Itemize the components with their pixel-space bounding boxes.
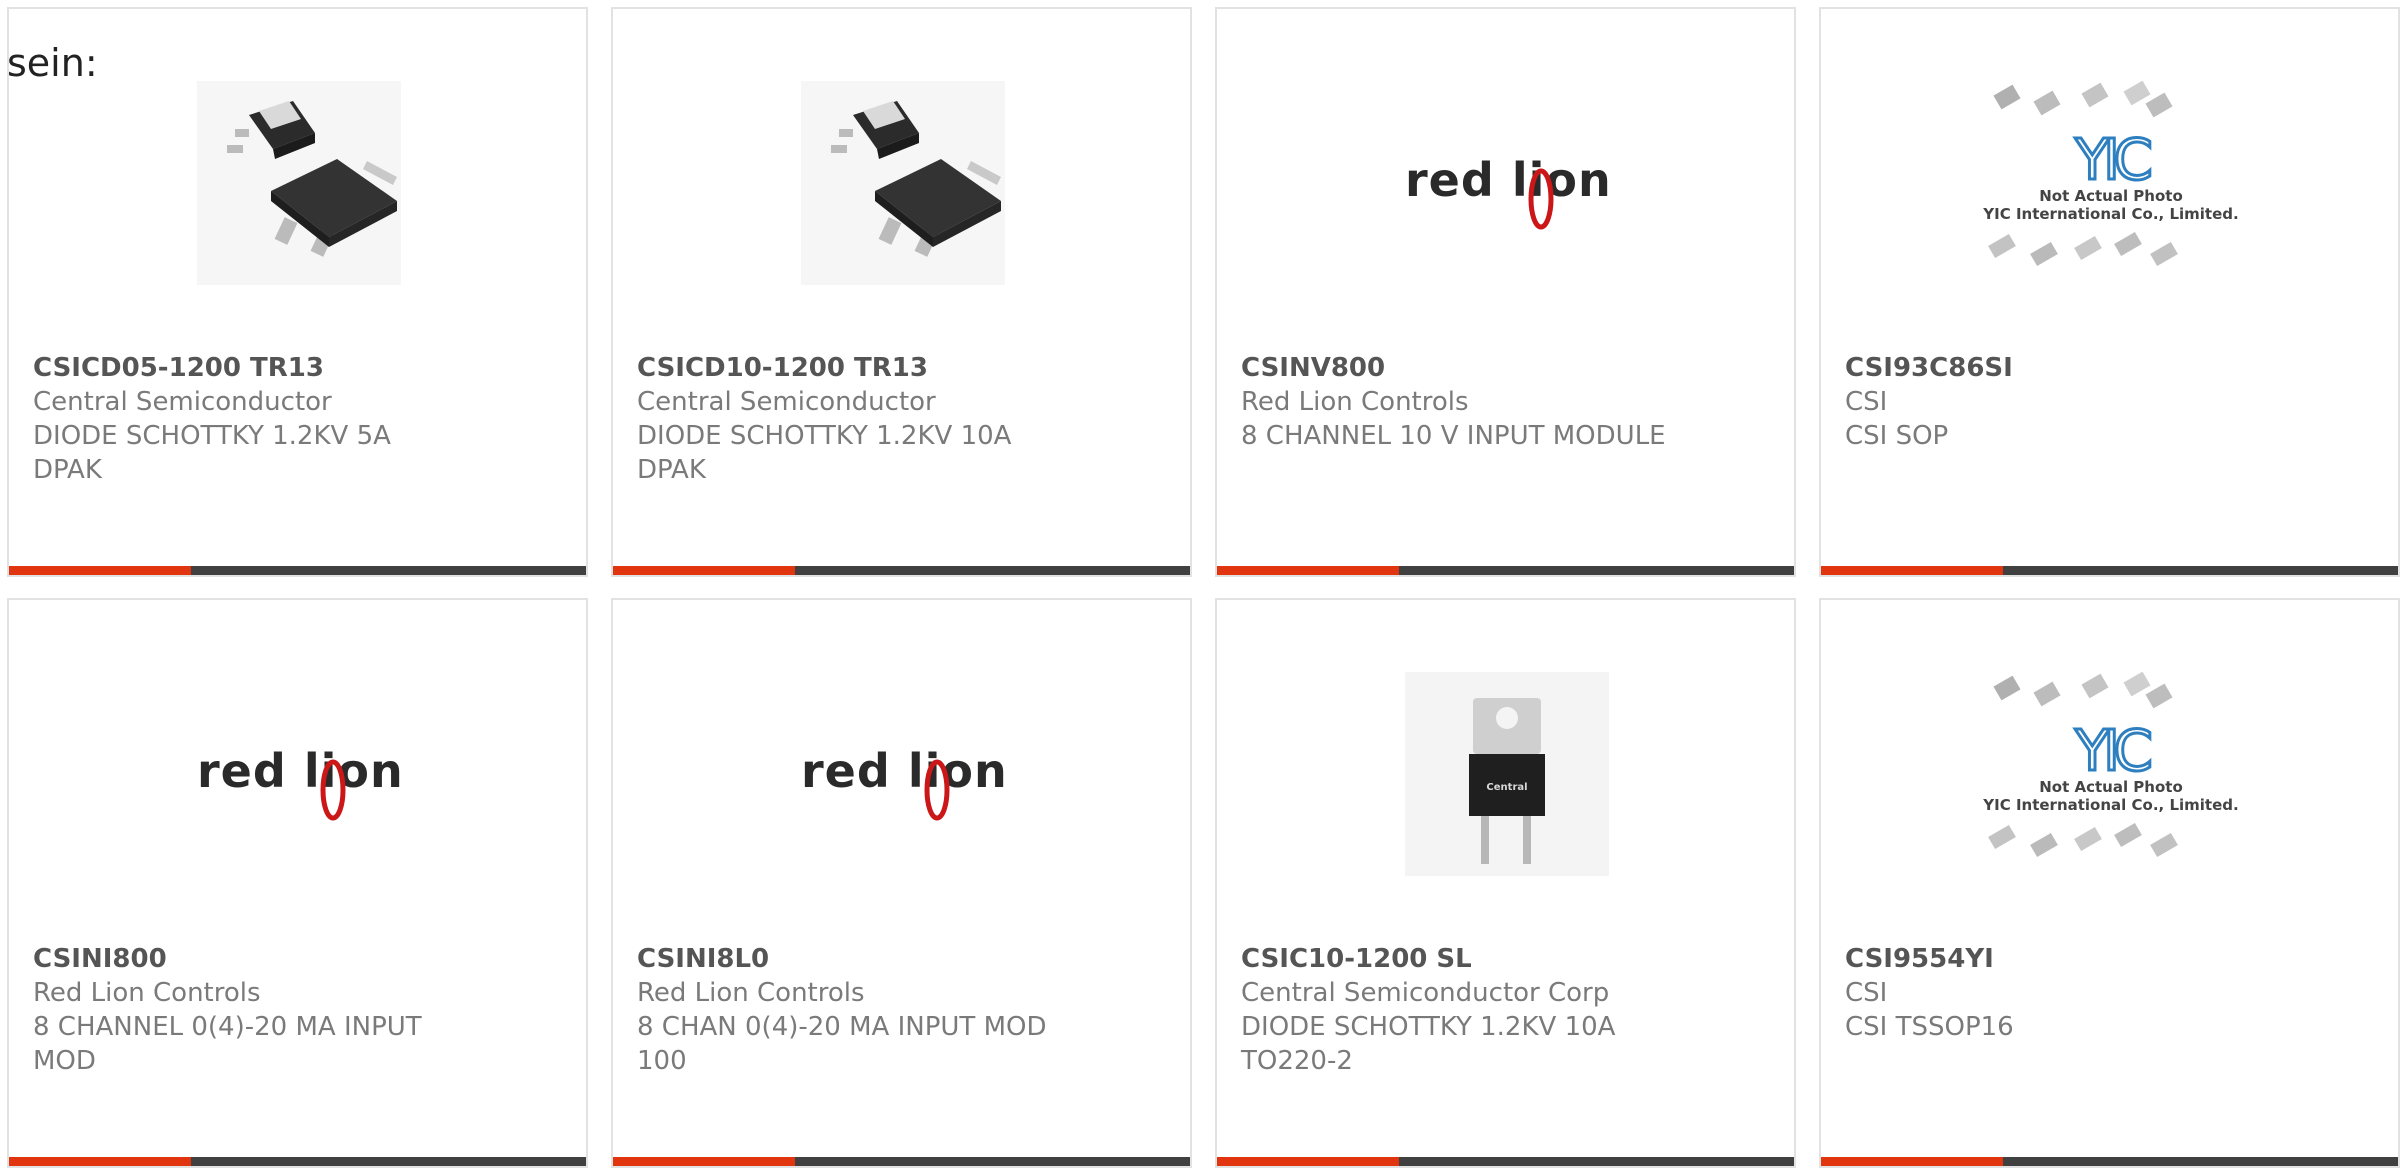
part-number-link[interactable]: CSI93C86SI bbox=[1845, 351, 2378, 385]
card-accent-segment bbox=[9, 566, 191, 575]
yic-placeholder[interactable]: YIC Not Actual Photo YIC International C… bbox=[1976, 662, 2246, 902]
product-package: MOD bbox=[33, 1046, 96, 1076]
product-card[interactable]: red lion CSINI800 Red Lion Controls 8 CH… bbox=[7, 598, 588, 1168]
product-package: TO220-2 bbox=[1241, 1046, 1353, 1076]
card-accent-segment bbox=[1821, 1157, 2003, 1166]
part-number-link[interactable]: CSICD10-1200 TR13 bbox=[637, 351, 1170, 385]
product-description: 8 CHANNEL 0(4)-20 MA INPUT bbox=[33, 1012, 422, 1042]
product-card[interactable]: red lion CSINV800 Red Lion Controls 8 CH… bbox=[1215, 7, 1796, 577]
product-description: 8 CHANNEL 10 V INPUT MODULE bbox=[1241, 421, 1666, 451]
manufacturer-name: Central Semiconductor bbox=[637, 387, 936, 417]
part-number-link[interactable]: CSINI800 bbox=[33, 942, 566, 976]
svg-text:YIC International Co., Limited: YIC International Co., Limited. bbox=[1982, 205, 2238, 223]
manufacturer-name: Red Lion Controls bbox=[1241, 387, 1469, 417]
card-accent-segment bbox=[613, 566, 795, 575]
card-bottom-bar bbox=[613, 566, 1190, 575]
card-accent-segment bbox=[9, 1157, 191, 1166]
product-description: CSI TSSOP16 bbox=[1845, 1012, 2014, 1042]
card-bottom-bar bbox=[1821, 1157, 2398, 1166]
part-number-link[interactable]: CSICD05-1200 TR13 bbox=[33, 351, 566, 385]
product-info: CSICD05-1200 TR13 Central Semiconductor … bbox=[33, 351, 566, 487]
red-lion-logo[interactable]: red lion bbox=[197, 672, 401, 876]
product-info: CSINV800 Red Lion Controls 8 CHANNEL 10 … bbox=[1241, 351, 1774, 453]
card-bottom-bar bbox=[9, 1157, 586, 1166]
card-accent-segment bbox=[1821, 566, 2003, 575]
part-number-link[interactable]: CSINV800 bbox=[1241, 351, 1774, 385]
product-description: DIODE SCHOTTKY 1.2KV 10A bbox=[1241, 1012, 1616, 1042]
svg-text:red lion: red lion bbox=[1405, 153, 1609, 207]
product-info: CSIC10-1200 SL Central Semiconductor Cor… bbox=[1241, 942, 1774, 1078]
yic-placeholder[interactable]: YIC Not Actual Photo YIC International C… bbox=[1976, 71, 2246, 311]
svg-text:Central: Central bbox=[1486, 782, 1527, 793]
product-info: CSINI800 Red Lion Controls 8 CHANNEL 0(4… bbox=[33, 942, 566, 1078]
product-card[interactable]: YIC Not Actual Photo YIC International C… bbox=[1819, 598, 2400, 1168]
manufacturer-name: CSI bbox=[1845, 387, 1888, 417]
product-card[interactable]: YIC Not Actual Photo YIC International C… bbox=[1819, 7, 2400, 577]
svg-text:Not Actual Photo: Not Actual Photo bbox=[2039, 778, 2183, 796]
product-description: 8 CHAN 0(4)-20 MA INPUT MOD bbox=[637, 1012, 1047, 1042]
svg-text:red lion: red lion bbox=[197, 744, 401, 798]
manufacturer-name: Red Lion Controls bbox=[637, 978, 865, 1008]
to220-package-photo[interactable]: Central bbox=[1405, 672, 1609, 876]
dpak-package-photo[interactable] bbox=[801, 81, 1005, 285]
card-bottom-bar bbox=[1217, 1157, 1794, 1166]
card-bottom-bar bbox=[613, 1157, 1190, 1166]
dpak-package-photo[interactable] bbox=[197, 81, 401, 285]
product-package: 100 bbox=[637, 1046, 687, 1076]
card-bottom-bar bbox=[9, 566, 586, 575]
part-number-link[interactable]: CSIC10-1200 SL bbox=[1241, 942, 1774, 976]
product-description: DIODE SCHOTTKY 1.2KV 5A bbox=[33, 421, 391, 451]
svg-text:Not Actual Photo: Not Actual Photo bbox=[2039, 187, 2183, 205]
svg-text:YIC: YIC bbox=[2074, 719, 2151, 784]
part-number-link[interactable]: CSINI8L0 bbox=[637, 942, 1170, 976]
product-info: CSINI8L0 Red Lion Controls 8 CHAN 0(4)-2… bbox=[637, 942, 1170, 1078]
svg-text:red lion: red lion bbox=[801, 744, 1005, 798]
svg-text:YIC: YIC bbox=[2074, 128, 2151, 193]
card-accent-segment bbox=[1217, 1157, 1399, 1166]
product-card[interactable]: red lion CSINI8L0 Red Lion Controls 8 CH… bbox=[611, 598, 1192, 1168]
card-bottom-bar bbox=[1217, 566, 1794, 575]
red-lion-logo[interactable]: red lion bbox=[801, 672, 1005, 876]
product-info: CSI9554YI CSI CSI TSSOP16 bbox=[1845, 942, 2378, 1044]
product-package: DPAK bbox=[637, 455, 706, 485]
lead-text: sein: bbox=[7, 41, 98, 85]
card-bottom-bar bbox=[1821, 566, 2398, 575]
card-accent-segment bbox=[613, 1157, 795, 1166]
manufacturer-name: Central Semiconductor bbox=[33, 387, 332, 417]
product-card[interactable]: Central CSIC10-1200 SL Central Semicondu… bbox=[1215, 598, 1796, 1168]
manufacturer-name: Central Semiconductor Corp bbox=[1241, 978, 1610, 1008]
product-card[interactable]: CSICD05-1200 TR13 Central Semiconductor … bbox=[7, 7, 588, 577]
card-accent-segment bbox=[1217, 566, 1399, 575]
product-info: CSICD10-1200 TR13 Central Semiconductor … bbox=[637, 351, 1170, 487]
product-description: DIODE SCHOTTKY 1.2KV 10A bbox=[637, 421, 1012, 451]
product-info: CSI93C86SI CSI CSI SOP bbox=[1845, 351, 2378, 453]
product-card[interactable]: CSICD10-1200 TR13 Central Semiconductor … bbox=[611, 7, 1192, 577]
manufacturer-name: Red Lion Controls bbox=[33, 978, 261, 1008]
product-description: CSI SOP bbox=[1845, 421, 1949, 451]
manufacturer-name: CSI bbox=[1845, 978, 1888, 1008]
part-number-link[interactable]: CSI9554YI bbox=[1845, 942, 2378, 976]
product-package: DPAK bbox=[33, 455, 102, 485]
svg-text:YIC International Co., Limited: YIC International Co., Limited. bbox=[1982, 796, 2238, 814]
red-lion-logo[interactable]: red lion bbox=[1405, 81, 1609, 285]
